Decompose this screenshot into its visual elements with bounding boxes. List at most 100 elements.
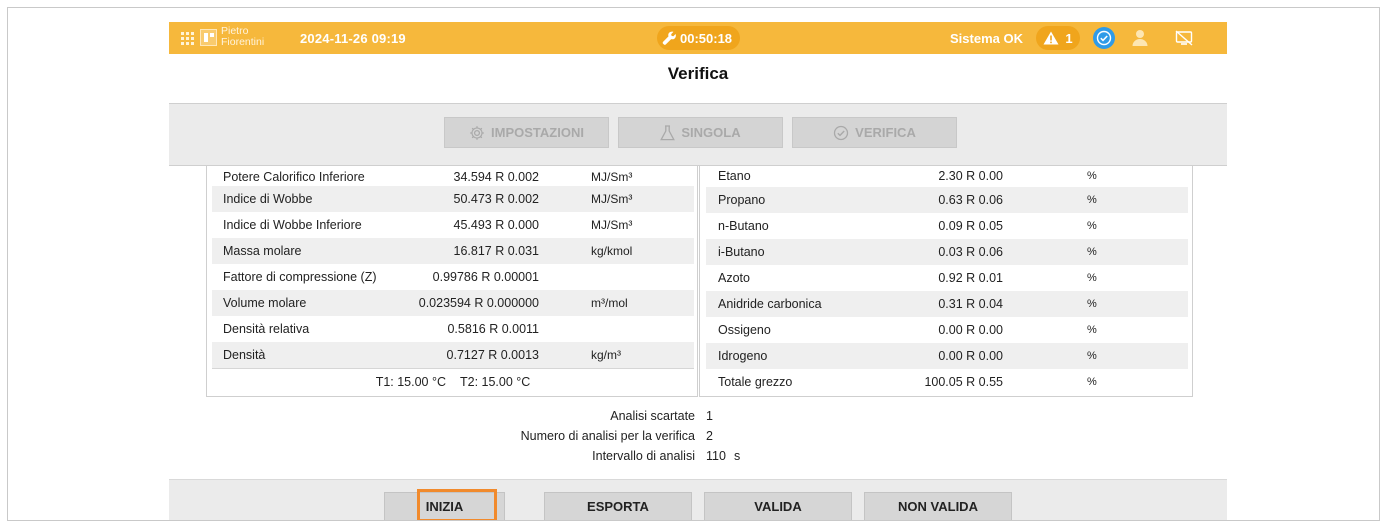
row-name: Indice di Wobbe <box>223 192 313 206</box>
row-value: 0.03 R 0.06 <box>938 245 1003 259</box>
table-row: i-Butano 0.03 R 0.06 % <box>706 239 1188 265</box>
validate-button[interactable]: VALIDA <box>704 492 852 520</box>
table-row: Indice di Wobbe Inferiore 45.493 R 0.000… <box>212 212 694 238</box>
summary-row: Intervallo di analisi 110 s <box>169 449 1227 466</box>
warning-icon <box>1043 31 1059 45</box>
temperature-readout: T1: 15.00 °C T2: 15.00 °C <box>212 368 694 394</box>
gear-icon <box>470 125 484 140</box>
t1-value: T1: 15.00 °C <box>375 375 446 389</box>
row-value: 0.5816 R 0.0011 <box>447 322 539 336</box>
tab-verifica[interactable]: VERIFICA <box>792 117 957 148</box>
row-name: Propano <box>718 193 766 207</box>
brand-logo: Pietro Fiorentini <box>200 26 264 48</box>
warning-count: 1 <box>1065 30 1073 46</box>
check-circle-icon <box>834 125 849 140</box>
summary-number: 110 <box>706 449 726 463</box>
t2-value: T2: 15.00 °C <box>460 375 531 389</box>
logo-text: Pietro Fiorentini <box>221 26 264 48</box>
row-value: 16.817 R 0.031 <box>453 244 540 258</box>
row-name: Volume molare <box>223 296 307 310</box>
screen-frame: Pietro Fiorentini 2024-11-26 09:19 00:50… <box>7 7 1380 521</box>
row-value: 100.05 R 0.55 <box>924 375 1003 389</box>
top-bar: Pietro Fiorentini 2024-11-26 09:19 00:50… <box>169 22 1227 54</box>
properties-panel: Potere Calorifico Inferiore 34.594 R 0.0… <box>206 163 698 397</box>
table-row: Densità relativa 0.5816 R 0.0011 <box>212 316 694 342</box>
summary-row: Numero di analisi per la verifica 2 <box>169 429 1227 446</box>
row-value: 50.473 R 0.002 <box>453 192 540 206</box>
row-name: Anidride carbonica <box>718 297 822 311</box>
row-name: Potere Calorifico Inferiore <box>223 170 365 184</box>
table-row: Densità 0.7127 R 0.0013 kg/m³ <box>212 342 694 368</box>
table-row: Totale grezzo 100.05 R 0.55 % <box>706 369 1188 395</box>
row-unit: % <box>1087 170 1097 182</box>
row-name: Densità <box>223 348 266 362</box>
row-value: 0.99786 R 0.00001 <box>432 270 539 284</box>
row-value: 0.7127 R 0.0013 <box>446 348 539 362</box>
table-row: Volume molare 0.023594 R 0.000000 m³/mol <box>212 290 694 316</box>
row-value: 0.023594 R 0.000000 <box>418 296 539 310</box>
flask-icon <box>660 124 676 140</box>
summary-label: Numero di analisi per la verifica <box>520 429 695 443</box>
apps-grid-icon[interactable] <box>181 32 194 45</box>
table-row: n-Butano 0.09 R 0.05 % <box>706 213 1188 239</box>
row-name: Fattore di compressione (Z) <box>223 270 377 284</box>
verified-check-icon[interactable] <box>1093 27 1115 49</box>
start-button[interactable]: INIZIA <box>384 492 505 520</box>
summary-unit: s <box>733 449 741 463</box>
row-name: i-Butano <box>718 245 765 259</box>
table-row: Fattore di compressione (Z) 0.99786 R 0.… <box>212 264 694 290</box>
tab-bar: IMPOSTAZIONI SINGOLA VERIFICA <box>169 103 1227 166</box>
tab-impostazioni[interactable]: IMPOSTAZIONI <box>444 117 609 148</box>
row-value: 0.00 R 0.00 <box>938 323 1003 337</box>
invalidate-button[interactable]: NON VALIDA <box>864 492 1012 520</box>
table-row: Anidride carbonica 0.31 R 0.04 % <box>706 291 1188 317</box>
row-name: Ossigeno <box>718 323 771 337</box>
composition-panel: Etano 2.30 R 0.00 % Propano 0.63 R 0.06 … <box>699 163 1193 397</box>
wrench-icon <box>662 31 676 45</box>
summary-number: 1 <box>706 409 713 423</box>
row-unit: % <box>1087 194 1097 206</box>
maintenance-timer[interactable]: 00:50:18 <box>657 26 741 50</box>
table-row: Propano 0.63 R 0.06 % <box>706 187 1188 213</box>
screen-off-icon[interactable] <box>1175 30 1193 46</box>
row-value: 0.31 R 0.04 <box>938 297 1003 311</box>
row-name: Idrogeno <box>718 349 768 363</box>
row-value: 0.00 R 0.00 <box>938 349 1003 363</box>
tab-singola[interactable]: SINGOLA <box>618 117 783 148</box>
row-name: Etano <box>718 169 751 183</box>
export-button[interactable]: ESPORTA <box>544 492 692 520</box>
row-unit: kg/m³ <box>591 348 621 362</box>
row-value: 2.30 R 0.00 <box>938 169 1003 183</box>
datetime-display: 2024-11-26 09:19 <box>300 31 406 46</box>
row-unit: % <box>1087 376 1097 388</box>
row-unit: % <box>1087 246 1097 258</box>
table-row: Ossigeno 0.00 R 0.00 % <box>706 317 1188 343</box>
logo-line2: Fiorentini <box>221 36 265 48</box>
summary-value: 110 s <box>706 449 740 463</box>
summary-label: Intervallo di analisi <box>592 449 695 463</box>
row-unit: m³/mol <box>591 296 628 310</box>
summary-label: Analisi scartate <box>610 409 695 423</box>
row-value: 0.63 R 0.06 <box>938 193 1003 207</box>
row-name: Densità relativa <box>223 322 310 336</box>
row-value: 0.09 R 0.05 <box>938 219 1003 233</box>
row-name: Massa molare <box>223 244 302 258</box>
row-unit: % <box>1087 324 1097 336</box>
table-row: Idrogeno 0.00 R 0.00 % <box>706 343 1188 369</box>
row-unit: % <box>1087 298 1097 310</box>
summary-number: 2 <box>706 429 713 443</box>
page-title: Verifica <box>667 64 729 83</box>
row-unit: kg/kmol <box>591 244 633 258</box>
timer-value: 00:50:18 <box>680 30 733 46</box>
row-value: 34.594 R 0.002 <box>453 170 540 184</box>
row-name: Totale grezzo <box>718 375 793 389</box>
row-unit: MJ/Sm³ <box>591 192 633 206</box>
row-value: 45.493 R 0.000 <box>453 218 540 232</box>
system-status: Sistema OK <box>950 31 1023 46</box>
warning-badge[interactable]: 1 <box>1036 26 1080 50</box>
user-icon[interactable] <box>1132 29 1148 46</box>
tab-verifica-label: VERIFICA <box>855 125 916 140</box>
row-name: Azoto <box>718 271 750 285</box>
row-unit: % <box>1087 220 1097 232</box>
row-name: n-Butano <box>718 219 769 233</box>
